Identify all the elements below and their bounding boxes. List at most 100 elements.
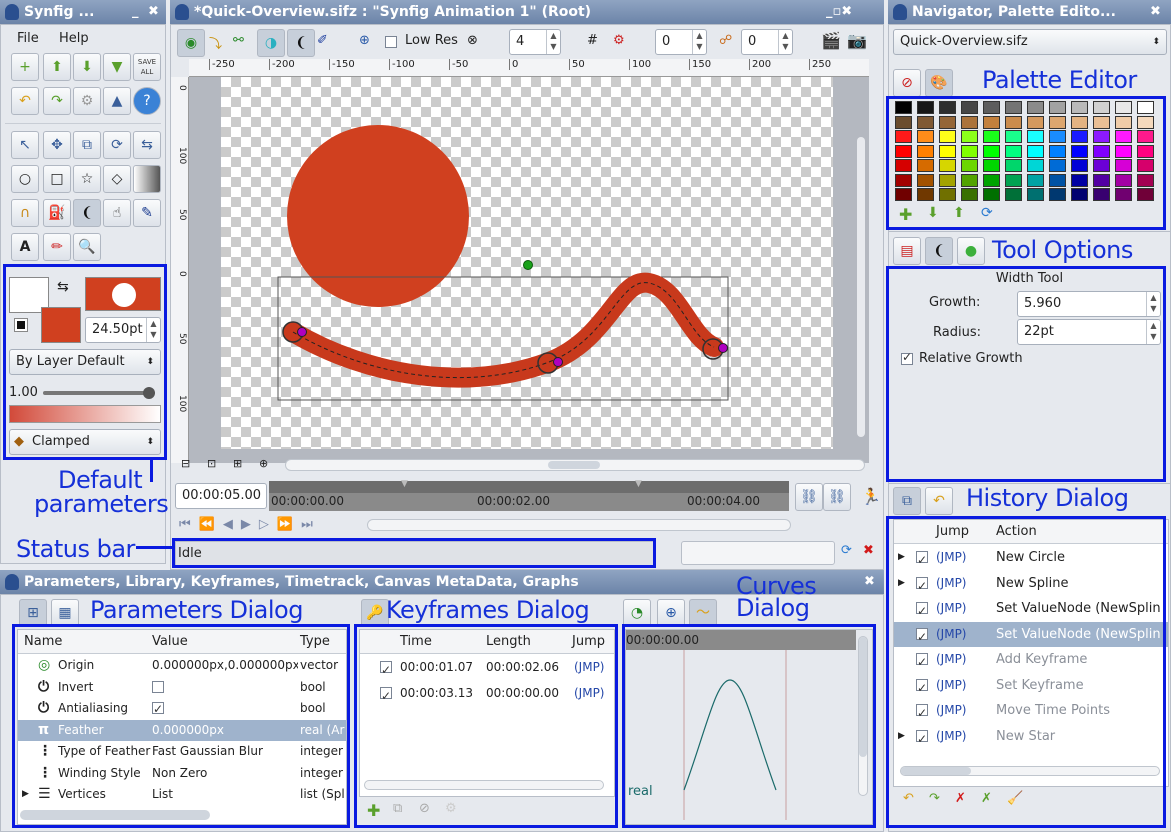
palette-tab-icon[interactable]: 🎨: [925, 69, 953, 97]
quality-icon[interactable]: ⊗: [467, 33, 478, 48]
play-icon[interactable]: ▶: [241, 517, 259, 532]
undo-history-tab-icon[interactable]: ↶: [925, 487, 953, 515]
rotate-tool-icon[interactable]: ⟳: [103, 131, 131, 159]
info-tab-icon[interactable]: ●: [957, 237, 985, 265]
quality-spinner[interactable]: ▲ ▼: [546, 30, 560, 54]
eyedrop-tool-icon[interactable]: ☝: [103, 199, 131, 227]
vertical-scrollbar[interactable]: [857, 137, 865, 437]
params-tab-icon[interactable]: ⊞: [19, 599, 47, 627]
show-guides-toggle-icon[interactable]: ◉: [177, 29, 205, 57]
scale-tool-icon[interactable]: ⧉: [73, 131, 101, 159]
scroll-thumb[interactable]: [548, 461, 600, 469]
canvas-area[interactable]: [189, 77, 869, 463]
stop-render-icon[interactable]: ✖: [863, 543, 874, 558]
grid-toggle-icon[interactable]: #: [587, 33, 598, 48]
seek-begin-icon[interactable]: ⏮: [179, 517, 199, 532]
close-icon[interactable]: ✖: [148, 0, 159, 24]
menu-help[interactable]: Help: [59, 31, 89, 46]
zoom-tool-icon[interactable]: 🔍: [73, 233, 101, 261]
horizontal-scrollbar[interactable]: [285, 459, 865, 471]
time-slider[interactable]: 00:00:00.00 00:00:02.00 00:00:04.00 ▼ ▼: [269, 479, 789, 511]
history-tab-icon[interactable]: ⧉: [893, 487, 921, 515]
seek-end-icon[interactable]: ⏭: [301, 517, 321, 532]
low-res-checkbox[interactable]: [385, 36, 397, 48]
keyframe-lock-past-icon[interactable]: ⛓: [795, 483, 823, 511]
close-icon[interactable]: ✖: [1150, 0, 1161, 24]
keyframe-marker-icon[interactable]: ▼: [635, 479, 642, 489]
keyframes-tab-icon[interactable]: 🔑: [361, 599, 389, 627]
render-preview-icon[interactable]: ⊕: [359, 33, 370, 48]
document-select[interactable]: Quick-Overview.sifz ⬍: [893, 29, 1167, 55]
zoom-out-icon[interactable]: ⊟: [181, 457, 190, 470]
menu-file[interactable]: File: [17, 31, 39, 46]
smooth-move-tool-icon[interactable]: ✥: [43, 131, 71, 159]
save-as-button[interactable]: ▼: [103, 53, 131, 81]
tool-options-tab-icon[interactable]: ❨: [925, 237, 953, 265]
past-onion-field[interactable]: 0 ▲ ▼: [655, 29, 707, 55]
canvas-metadata-tab-icon[interactable]: ⊕: [657, 599, 685, 627]
zoom-fit-icon[interactable]: ⊡: [207, 457, 216, 470]
width-handle[interactable]: [718, 343, 728, 353]
fill-tool-icon[interactable]: ⛽: [43, 199, 71, 227]
refresh-icon[interactable]: ⟳: [841, 543, 852, 558]
redo-button[interactable]: ↷: [43, 87, 71, 115]
next-keyframe-icon[interactable]: ⏩: [277, 517, 301, 532]
circle-tool-icon[interactable]: ○: [11, 165, 39, 193]
setup-button[interactable]: ⚙: [73, 87, 101, 115]
render-button[interactable]: ▲: [103, 87, 131, 115]
polygon-tool-icon[interactable]: ◇: [103, 165, 131, 193]
onion-skin-toggle-icon[interactable]: ◑: [257, 29, 285, 57]
zoom-100-icon[interactable]: ⊞: [233, 457, 242, 470]
star-tool-icon[interactable]: ☆: [73, 165, 101, 193]
past-onion-spinner[interactable]: ▲ ▼: [692, 30, 706, 54]
open-file-button[interactable]: ⬆: [43, 53, 71, 81]
navigator-tab-icon[interactable]: ⊘: [893, 69, 921, 97]
red-circle-layer[interactable]: [287, 125, 469, 307]
animation-mode-icon[interactable]: 🏃: [861, 487, 881, 506]
width-handle[interactable]: [297, 327, 307, 337]
minimize-icon[interactable]: _: [132, 0, 139, 24]
text-tool-icon[interactable]: A: [11, 233, 39, 261]
prev-frame-icon[interactable]: ◀: [223, 517, 241, 532]
gradient-tool-icon[interactable]: [133, 165, 161, 193]
zoom-in-icon[interactable]: ⊕: [259, 457, 268, 470]
render-icon[interactable]: 🎬: [821, 31, 841, 50]
ducks-toggle-icon[interactable]: ❨: [287, 29, 315, 57]
library-tab-icon[interactable]: ▦: [51, 599, 79, 627]
keyframe-lock-future-icon[interactable]: ⛓: [823, 483, 851, 511]
width-duck-icon[interactable]: ✐: [317, 33, 328, 48]
window-controls-icon[interactable]: _▫✖: [826, 0, 852, 24]
sketch-tool-icon[interactable]: ✏: [43, 233, 71, 261]
save-all-button[interactable]: SAVE ALL: [133, 53, 161, 81]
current-time-field[interactable]: 00:00:05.00: [175, 483, 267, 509]
vertex-toggle-icon[interactable]: ⚯: [233, 33, 244, 48]
help-button[interactable]: ?: [133, 87, 161, 115]
canvas-drawing[interactable]: [189, 77, 869, 463]
future-onion-field[interactable]: 0 ▲ ▼: [741, 29, 793, 55]
next-frame-icon[interactable]: ▷: [259, 517, 277, 532]
undo-button[interactable]: ↶: [11, 87, 39, 115]
transform-tool-icon[interactable]: ↖: [11, 131, 39, 159]
rectangle-tool-icon[interactable]: □: [43, 165, 71, 193]
origin-handle[interactable]: [523, 260, 533, 270]
bline-toggle-icon[interactable]: ⤵: [209, 33, 222, 52]
onion-past-icon[interactable]: ⚙: [613, 33, 625, 48]
future-onion-spinner[interactable]: ▲ ▼: [778, 30, 792, 54]
onion-future-icon[interactable]: ☍: [719, 33, 732, 48]
new-file-button[interactable]: +: [11, 53, 39, 81]
save-button[interactable]: ⬇: [73, 53, 101, 81]
mirror-tool-icon[interactable]: ⇆: [133, 131, 161, 159]
close-icon[interactable]: ✖: [864, 570, 875, 594]
playback-scrollbar[interactable]: [367, 519, 791, 531]
timetrack-tab-icon[interactable]: ◔: [623, 599, 651, 627]
width-handle[interactable]: [553, 357, 563, 367]
curves-tab-icon[interactable]: 〜: [689, 599, 717, 627]
draw-tool-icon[interactable]: ✎: [133, 199, 161, 227]
keyframe-marker-icon[interactable]: ▼: [401, 479, 408, 489]
prev-keyframe-icon[interactable]: ⏪: [199, 517, 223, 532]
quality-field[interactable]: 4 ▲ ▼: [509, 29, 561, 55]
preview-icon[interactable]: 📷: [847, 31, 867, 50]
width-tool-icon[interactable]: ❨: [73, 199, 101, 227]
spline-tool-icon[interactable]: ∩: [11, 199, 39, 227]
layers-tab-icon[interactable]: ▤: [893, 237, 921, 265]
